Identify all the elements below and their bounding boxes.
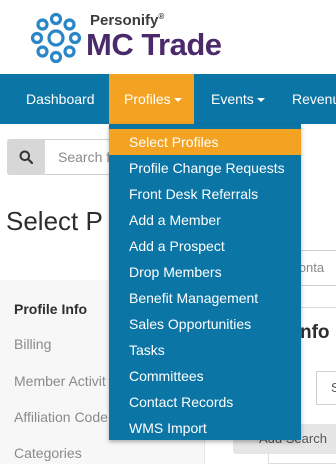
sidebar-item-categories[interactable]: Categories <box>14 445 109 461</box>
menu-item-profile-change-requests[interactable]: Profile Change Requests <box>109 155 301 181</box>
search-icon <box>19 150 33 164</box>
menu-item-contact-records[interactable]: Contact Records <box>109 389 301 415</box>
nav-profiles-label: Profiles <box>124 91 171 107</box>
nav-events-label: Events <box>211 91 254 107</box>
menu-item-select-profiles[interactable]: Select Profiles <box>109 129 301 155</box>
nav-profiles[interactable]: Profiles <box>109 74 194 124</box>
nav-dashboard-label: Dashboard <box>26 91 95 107</box>
search-type-select[interactable]: S <box>316 371 336 405</box>
menu-item-add-a-prospect[interactable]: Add a Prospect <box>109 233 301 259</box>
nav-revenue-label: Revenu <box>292 91 336 107</box>
chevron-down-icon <box>256 98 265 103</box>
menu-item-wms-import[interactable]: WMS Import <box>109 415 301 441</box>
nav-dashboard[interactable]: Dashboard <box>26 74 95 124</box>
profiles-dropdown-menu: Select Profiles Profile Change Requests … <box>109 124 301 440</box>
personify-logo-icon[interactable] <box>30 12 82 64</box>
sidebar-item-affiliation-codes[interactable]: Affiliation Code <box>14 409 109 425</box>
chevron-down-icon <box>173 98 182 103</box>
menu-item-add-a-member[interactable]: Add a Member <box>109 207 301 233</box>
menu-item-committees[interactable]: Committees <box>109 363 301 389</box>
sidebar-item-billing[interactable]: Billing <box>14 336 109 352</box>
menu-item-benefit-management[interactable]: Benefit Management <box>109 285 301 311</box>
page-title: Select P <box>6 206 103 236</box>
brand-product-name: MC Trade <box>86 27 222 62</box>
nav-events[interactable]: Events <box>211 74 265 124</box>
sidebar-item-member-activity[interactable]: Member Activit <box>14 373 109 389</box>
menu-item-sales-opportunities[interactable]: Sales Opportunities <box>109 311 301 337</box>
nav-revenue[interactable]: Revenu <box>292 74 336 124</box>
menu-item-front-desk-referrals[interactable]: Front Desk Referrals <box>109 181 301 207</box>
sidebar-item-profile-info[interactable]: Profile Info <box>14 301 109 317</box>
header: Personify® MC Trade <box>0 0 336 74</box>
menu-item-drop-members[interactable]: Drop Members <box>109 259 301 285</box>
registered-mark: ® <box>158 12 165 21</box>
menu-item-tasks[interactable]: Tasks <box>109 337 301 363</box>
info-card-title: nfo <box>300 322 330 343</box>
search-button[interactable] <box>7 139 45 175</box>
main-navbar: Dashboard Profiles Events Revenu <box>0 74 336 124</box>
search-input[interactable] <box>45 139 115 175</box>
